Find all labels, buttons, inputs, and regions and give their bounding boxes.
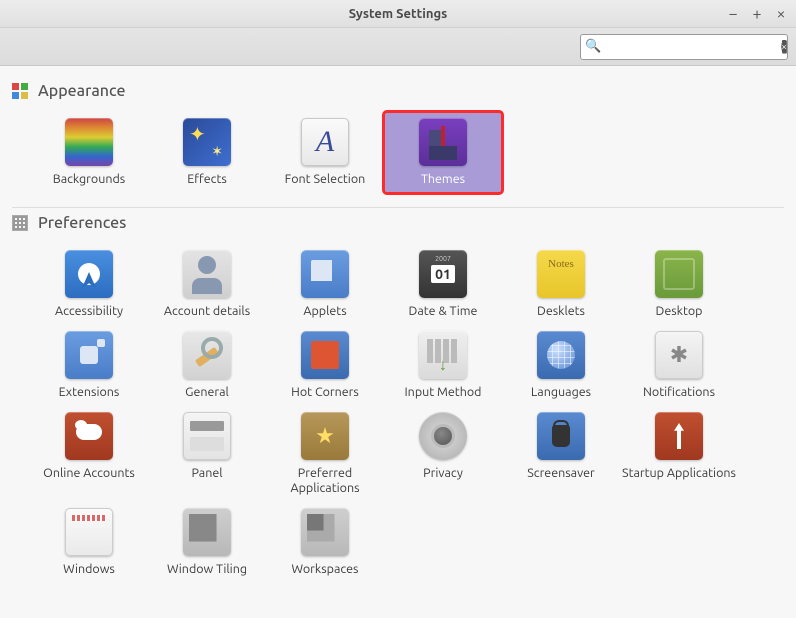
- item-label: Applets: [268, 304, 382, 319]
- account-icon: [183, 250, 231, 298]
- appearance-section-icon: [12, 83, 28, 99]
- item-label: Desklets: [504, 304, 618, 319]
- item-label: Notifications: [622, 385, 736, 400]
- item-notifications[interactable]: Notifications: [620, 325, 738, 406]
- item-label: Input Method: [386, 385, 500, 400]
- preferences-grid: Accessibility Account details Applets Da…: [12, 240, 784, 597]
- section-header-preferences: Preferences: [12, 214, 784, 232]
- item-online-accounts[interactable]: Online Accounts: [30, 406, 148, 502]
- section-title-preferences: Preferences: [38, 214, 126, 232]
- window-title: System Settings: [349, 7, 448, 21]
- close-button[interactable]: ×: [772, 5, 790, 23]
- languages-icon: [537, 331, 585, 379]
- item-label: Online Accounts: [32, 466, 146, 481]
- item-hot-corners[interactable]: Hot Corners: [266, 325, 384, 406]
- item-desktop[interactable]: Desktop: [620, 244, 738, 325]
- toolbar: 🔍 ×: [0, 28, 796, 66]
- font-icon: A: [301, 118, 349, 166]
- item-privacy[interactable]: Privacy: [384, 406, 502, 502]
- search-icon: 🔍: [585, 39, 601, 54]
- item-startup-applications[interactable]: Startup Applications: [620, 406, 738, 502]
- online-accounts-icon: [65, 412, 113, 460]
- datetime-icon: [419, 250, 467, 298]
- titlebar: System Settings − + ×: [0, 0, 796, 28]
- themes-icon: [419, 118, 467, 166]
- item-font-selection[interactable]: A Font Selection: [266, 112, 384, 193]
- item-label: Date & Time: [386, 304, 500, 319]
- item-screensaver[interactable]: Screensaver: [502, 406, 620, 502]
- general-icon: [183, 331, 231, 379]
- search-box[interactable]: 🔍 ×: [580, 34, 788, 60]
- hot-corners-icon: [301, 331, 349, 379]
- item-accessibility[interactable]: Accessibility: [30, 244, 148, 325]
- section-header-appearance: Appearance: [12, 82, 784, 100]
- window-controls: − + ×: [724, 5, 790, 23]
- content-area: Appearance Backgrounds Effects A Font Se…: [0, 66, 796, 618]
- desktop-icon: [655, 250, 703, 298]
- item-date-time[interactable]: Date & Time: [384, 244, 502, 325]
- panel-icon: [183, 412, 231, 460]
- item-effects[interactable]: Effects: [148, 112, 266, 193]
- item-label: Panel: [150, 466, 264, 481]
- item-label: Window Tiling: [150, 562, 264, 577]
- window-tiling-icon: [183, 508, 231, 556]
- minimize-button[interactable]: −: [724, 5, 742, 23]
- screensaver-icon: [537, 412, 585, 460]
- item-label: Effects: [150, 172, 264, 187]
- clear-search-icon[interactable]: ×: [781, 40, 787, 54]
- item-label: Accessibility: [32, 304, 146, 319]
- item-applets[interactable]: Applets: [266, 244, 384, 325]
- item-windows[interactable]: Windows: [30, 502, 148, 583]
- item-label: Preferred Applications: [268, 466, 382, 496]
- item-label: General: [150, 385, 264, 400]
- item-extensions[interactable]: Extensions: [30, 325, 148, 406]
- search-input[interactable]: [605, 39, 781, 54]
- item-label: Account details: [150, 304, 264, 319]
- item-label: Backgrounds: [32, 172, 146, 187]
- input-method-icon: [419, 331, 467, 379]
- item-input-method[interactable]: Input Method: [384, 325, 502, 406]
- item-label: Hot Corners: [268, 385, 382, 400]
- preferred-apps-icon: [301, 412, 349, 460]
- item-label: Screensaver: [504, 466, 618, 481]
- item-window-tiling[interactable]: Window Tiling: [148, 502, 266, 583]
- item-label: Workspaces: [268, 562, 382, 577]
- maximize-button[interactable]: +: [748, 5, 766, 23]
- item-workspaces[interactable]: Workspaces: [266, 502, 384, 583]
- notifications-icon: [655, 331, 703, 379]
- item-label: Privacy: [386, 466, 500, 481]
- appearance-grid: Backgrounds Effects A Font Selection The…: [12, 108, 784, 208]
- effects-icon: [183, 118, 231, 166]
- desklets-icon: [537, 250, 585, 298]
- item-label: Font Selection: [268, 172, 382, 187]
- item-label: Languages: [504, 385, 618, 400]
- item-panel[interactable]: Panel: [148, 406, 266, 502]
- item-label: Desktop: [622, 304, 736, 319]
- item-label: Windows: [32, 562, 146, 577]
- item-label: Startup Applications: [622, 466, 736, 481]
- extensions-icon: [65, 331, 113, 379]
- item-label: Themes: [386, 172, 500, 187]
- windows-icon: [65, 508, 113, 556]
- item-general[interactable]: General: [148, 325, 266, 406]
- item-label: Extensions: [32, 385, 146, 400]
- item-backgrounds[interactable]: Backgrounds: [30, 112, 148, 193]
- preferences-section-icon: [12, 215, 28, 231]
- applets-icon: [301, 250, 349, 298]
- item-languages[interactable]: Languages: [502, 325, 620, 406]
- backgrounds-icon: [65, 118, 113, 166]
- workspaces-icon: [301, 508, 349, 556]
- privacy-icon: [419, 412, 467, 460]
- item-account-details[interactable]: Account details: [148, 244, 266, 325]
- section-title-appearance: Appearance: [38, 82, 125, 100]
- item-themes[interactable]: Themes: [384, 112, 502, 193]
- item-preferred-applications[interactable]: Preferred Applications: [266, 406, 384, 502]
- startup-apps-icon: [655, 412, 703, 460]
- item-desklets[interactable]: Desklets: [502, 244, 620, 325]
- accessibility-icon: [65, 250, 113, 298]
